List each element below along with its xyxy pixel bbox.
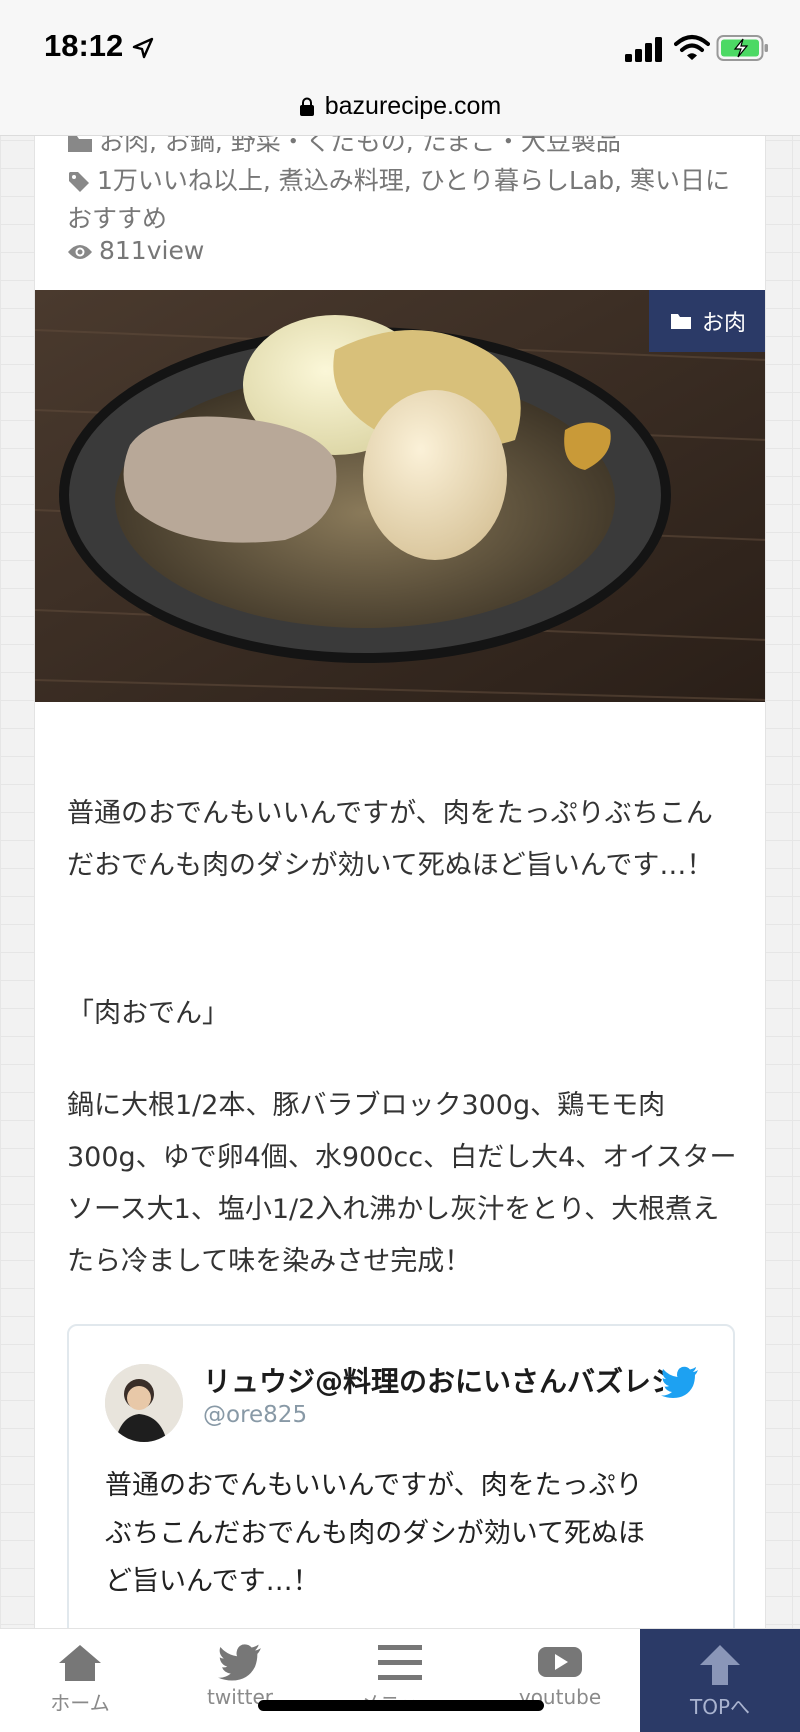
tweet-text: 普通のおでんもいいんですが、肉をたっぷりぶちこんだおでんも肉のダシが効いて死ぬほ…	[105, 1470, 645, 1597]
category-badge[interactable]: お肉	[649, 290, 765, 352]
category-list: お肉, お鍋, 野菜・くだもの, たまご・大豆製品	[67, 136, 621, 158]
eye-icon	[68, 245, 92, 259]
tweet-author-name[interactable]: リュウジ@料理のおにいさんバズレシピ	[203, 1360, 663, 1400]
home-icon	[59, 1645, 101, 1681]
tag-links[interactable]: 1万いいね以上, 煮込み料理, ひとり暮らしLab, 寒い日におすすめ	[67, 166, 730, 233]
embedded-tweet[interactable]: リュウジ@料理のおにいさんバズレシピ @ore825 普通のおでんもいいんですが…	[67, 1324, 735, 1628]
folder-icon	[68, 136, 92, 152]
home-indicator	[258, 1700, 544, 1711]
folder-icon	[670, 314, 691, 329]
twitter-bird-icon[interactable]	[661, 1366, 699, 1398]
nav-twitter[interactable]: twitter	[160, 1629, 320, 1732]
nav-top-label: TOPへ	[689, 1695, 751, 1719]
recipe-instructions: 鍋に大根1/2本、豚バラブロック300g、鶏モモ肉300g、ゆで卵4個、水900…	[67, 1090, 737, 1277]
youtube-icon	[538, 1647, 582, 1677]
wifi-icon	[674, 35, 710, 60]
view-count-text: 811view	[99, 236, 205, 265]
bottom-nav: ホーム twitter メニュー youtube TOPへ	[0, 1628, 800, 1732]
nav-home-label: ホーム	[50, 1691, 110, 1715]
lock-icon	[299, 97, 314, 116]
recipe-title: 「肉おでん」	[67, 998, 229, 1029]
tag-icon	[69, 172, 89, 192]
status-time: 18:12	[44, 28, 124, 63]
nav-top[interactable]: TOPへ	[640, 1629, 800, 1732]
location-arrow-icon	[132, 37, 154, 59]
arrow-up-icon	[700, 1645, 740, 1685]
signal-icon	[625, 37, 662, 62]
hero-image[interactable]: お肉	[35, 290, 765, 702]
nav-menu[interactable]: メニュー	[320, 1629, 480, 1732]
menu-icon	[378, 1645, 422, 1680]
intro-paragraph: 普通のおでんもいいんですが、肉をたっぷりぶちこんだおでんも肉のダシが効いて死ぬほ…	[67, 798, 714, 881]
battery-charging-icon	[716, 35, 768, 61]
category-badge-label: お肉	[701, 311, 746, 336]
url-text: bazurecipe.com	[324, 92, 502, 120]
avatar[interactable]	[105, 1364, 183, 1442]
category-links[interactable]: お肉, お鍋, 野菜・くだもの, たまご・大豆製品	[99, 136, 621, 156]
twitter-bird-icon	[218, 1644, 261, 1681]
tag-list: 1万いいね以上, 煮込み料理, ひとり暮らしLab, 寒い日におすすめ	[67, 162, 747, 238]
status-bar: 18:12	[0, 0, 800, 90]
tweet-author-handle[interactable]: @ore825	[203, 1402, 307, 1428]
nav-youtube[interactable]: youtube	[480, 1629, 640, 1732]
address-bar[interactable]: bazurecipe.com	[0, 78, 800, 136]
article-card: お肉, お鍋, 野菜・くだもの, たまご・大豆製品 1万いいね以上, 煮込み料理…	[34, 136, 766, 1628]
view-count: 811view	[67, 236, 204, 265]
nav-home[interactable]: ホーム	[0, 1629, 160, 1732]
